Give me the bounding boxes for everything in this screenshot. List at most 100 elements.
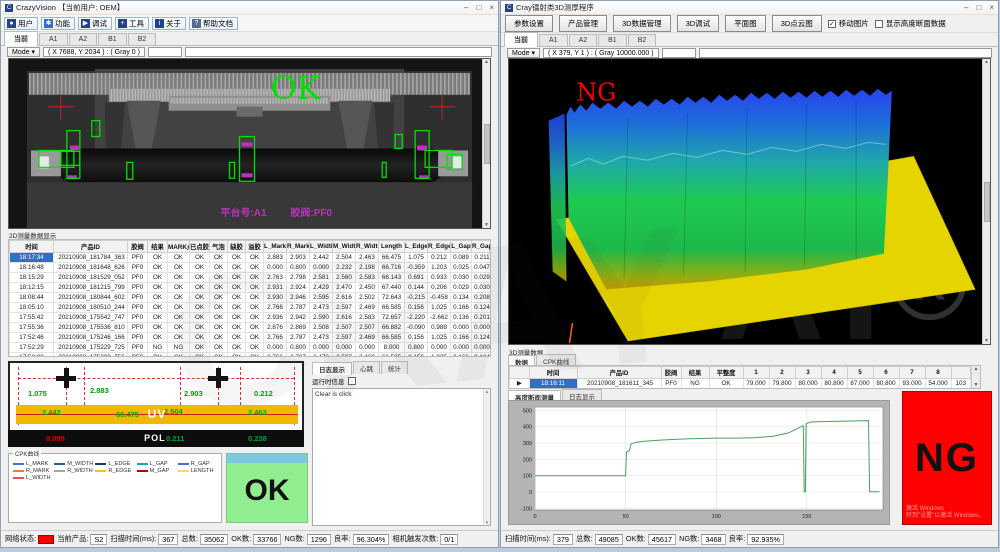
col-header[interactable]: L_Edge xyxy=(405,241,428,253)
status-item: 良率:96.304% xyxy=(334,534,389,545)
table-row[interactable]: ▶18:16:1120210908_181611_345PF0NGOK79.00… xyxy=(510,379,971,389)
menu-gear[interactable]: ✱功能 xyxy=(41,17,75,30)
table-row[interactable]: 17:52:2920210908_175229_725PF0NGNGOKOKOK… xyxy=(10,343,492,353)
table-row[interactable]: 18:08:4420210908_180844_602PF0OKOKOKOKOK… xyxy=(10,293,492,303)
table-row[interactable]: 18:15:2920210908_181529_052PF0OKOKOKOKOK… xyxy=(10,273,492,283)
3d-vertical-scrollbar[interactable]: ▲▼ xyxy=(982,59,990,344)
table-row[interactable]: 17:52:0020210908_175200_756PF0OKOKOKOKOK… xyxy=(10,353,492,358)
col-header[interactable]: 胶阀 xyxy=(128,241,148,253)
table-row[interactable]: 17:52:4620210908_175246_166PF0OKOKOKOKOK… xyxy=(10,333,492,343)
col-header[interactable]: L_Gap xyxy=(451,241,472,253)
table-row[interactable]: 18:16:4820210908_181648_626PF0OKOKOKOKOK… xyxy=(10,263,492,273)
col-header[interactable]: L_Mark xyxy=(264,241,287,253)
col-header[interactable]: 时间 xyxy=(529,367,577,379)
col-header[interactable]: R_Gap xyxy=(472,241,492,253)
right-titlebar[interactable]: C Cray镭射类3D测厚程序 – □ × xyxy=(501,1,998,15)
left-window-title: CrazyVision 【当前用户: OEM】 xyxy=(16,2,464,13)
table-row[interactable]: 17:55:3620210908_175536_810PF0OKOKOKOKOK… xyxy=(10,323,492,333)
3d-result-box: NG 激活 Windows 转到"设置"以激活 Windows。 xyxy=(902,391,992,525)
tab-A1[interactable]: A1 xyxy=(39,33,68,45)
toolbar-button[interactable]: 3D调试 xyxy=(677,15,720,32)
log-textarea[interactable]: Clear is click ▲▼ xyxy=(312,388,491,526)
tab-A1[interactable]: A1 xyxy=(539,34,568,46)
3d-surface-view[interactable]: AY R NG ▲▼ xyxy=(508,58,991,345)
mode-dropdown[interactable]: Mode ▾ xyxy=(7,47,40,57)
col-header[interactable]: R_Edge xyxy=(428,241,451,253)
menu-help-doc[interactable]: ?帮助文档 xyxy=(189,17,238,30)
col-header[interactable]: 产品ID xyxy=(577,367,661,379)
2d-image-view[interactable]: OK 平台号:A1 胶阀:PF0 ▲▼ xyxy=(8,58,491,229)
menu-debug[interactable]: ▶调试 xyxy=(78,17,112,30)
col-header[interactable]: Length xyxy=(379,241,405,253)
col-header[interactable]: 4 xyxy=(821,367,847,379)
col-header[interactable]: 7 xyxy=(899,367,925,379)
left-titlebar[interactable]: C CrazyVision 【当前用户: OEM】 – □ × xyxy=(1,1,498,15)
col-header[interactable]: R_Width xyxy=(356,241,379,253)
menu-user[interactable]: ●用户 xyxy=(4,17,38,30)
tab-A2[interactable]: A2 xyxy=(69,33,98,45)
image-vertical-scrollbar[interactable]: ▲▼ xyxy=(482,59,490,228)
col-header[interactable]: 1 xyxy=(743,367,769,379)
log-tab-统计[interactable]: 统计 xyxy=(381,361,408,374)
svg-text:100: 100 xyxy=(712,514,721,520)
close-icon[interactable]: × xyxy=(489,3,494,12)
tab-B1[interactable]: B1 xyxy=(98,33,127,45)
menu-tools[interactable]: +工具 xyxy=(115,17,149,30)
col-header[interactable]: 2 xyxy=(769,367,795,379)
maximize-icon[interactable]: □ xyxy=(976,3,981,12)
toolbar-button[interactable]: 产品管理 xyxy=(559,15,607,32)
mode-dropdown[interactable]: Mode ▾ xyxy=(507,48,540,58)
measurement-diagram: 1.075 2.883 2.903 0.212 UV 2.442 66.475 … xyxy=(8,361,304,447)
col-header[interactable]: R_Mark xyxy=(287,241,310,253)
col-header[interactable]: 溢胶 xyxy=(246,241,264,253)
col-header[interactable]: 胶阀 xyxy=(661,367,681,379)
svg-text:400: 400 xyxy=(523,425,532,431)
runtime-info-checkbox[interactable] xyxy=(348,377,356,385)
3d-measure-table[interactable]: 时间产品ID胶阀结果平整度12345678▶18:16:1120210908_1… xyxy=(508,365,981,389)
log-scrollbar[interactable]: ▲▼ xyxy=(483,389,490,525)
checkbox-移动图片[interactable]: ✓移动图片 xyxy=(828,18,869,29)
toolbar-button[interactable]: 参数设置 xyxy=(505,15,553,32)
col-header[interactable]: 结果 xyxy=(148,241,168,253)
table-row[interactable]: 18:05:1020210908_180510_244PF0OKOKOKOKOK… xyxy=(10,303,492,313)
tab-当前[interactable]: 当前 xyxy=(504,32,538,47)
col-header[interactable]: 已点胶 xyxy=(190,241,210,253)
col-header[interactable]: 产品ID xyxy=(54,241,128,253)
toolbar-button[interactable]: 3D点云图 xyxy=(772,15,822,32)
toolbar-button[interactable]: 3D数据管理 xyxy=(613,15,671,32)
tab-B1[interactable]: B1 xyxy=(598,34,627,46)
menu-info[interactable]: i关于 xyxy=(152,17,186,30)
result-box-text: OK xyxy=(227,463,307,519)
tab-B2[interactable]: B2 xyxy=(128,33,157,45)
minimize-icon[interactable]: – xyxy=(964,3,968,12)
tab-B2[interactable]: B2 xyxy=(628,34,657,46)
minimize-icon[interactable]: – xyxy=(464,3,468,12)
table-row[interactable]: 18:12:1520210908_181215_799PF0OKOKOKOKOK… xyxy=(10,283,492,293)
col-header[interactable]: 8 xyxy=(925,367,951,379)
toolbar-button[interactable]: 平面图 xyxy=(725,15,766,32)
2d-measure-table[interactable]: 时间产品ID胶阀结果MARK点已点胶气泡缺胶溢胶L_MarkR_MarkL_Wi… xyxy=(8,239,491,357)
log-tab-心跳[interactable]: 心跳 xyxy=(353,361,380,374)
height-wall xyxy=(567,89,892,290)
tab-A2[interactable]: A2 xyxy=(569,34,598,46)
col-header[interactable]: 气泡 xyxy=(210,241,228,253)
col-header[interactable]: 时间 xyxy=(10,241,54,253)
table-scrollbar[interactable]: ▲▼ xyxy=(971,366,980,388)
col-header[interactable]: MARK点 xyxy=(168,241,190,253)
col-header[interactable]: L_Width xyxy=(310,241,333,253)
col-header[interactable]: M_Width xyxy=(333,241,356,253)
col-header[interactable]: 5 xyxy=(847,367,873,379)
col-header[interactable]: 缺胶 xyxy=(228,241,246,253)
table-row[interactable]: 17:55:4220210908_175542_747PF0OKOKOKOKOK… xyxy=(10,313,492,323)
close-icon[interactable]: × xyxy=(989,3,994,12)
col-header[interactable]: 3 xyxy=(795,367,821,379)
log-tabs: 日志显示心跳统计 xyxy=(312,361,491,374)
table-row[interactable]: 18:17:3420210908_181784_363PF0OKOKOKOKOK… xyxy=(10,253,492,263)
maximize-icon[interactable]: □ xyxy=(476,3,481,12)
col-header[interactable]: 平整度 xyxy=(709,367,743,379)
log-tab-日志显示[interactable]: 日志显示 xyxy=(312,362,352,375)
checkbox-显示高度断面数据[interactable]: 显示高度断面数据 xyxy=(875,18,946,29)
tab-当前[interactable]: 当前 xyxy=(4,31,38,46)
col-header[interactable]: 6 xyxy=(873,367,899,379)
col-header[interactable]: 结果 xyxy=(681,367,709,379)
